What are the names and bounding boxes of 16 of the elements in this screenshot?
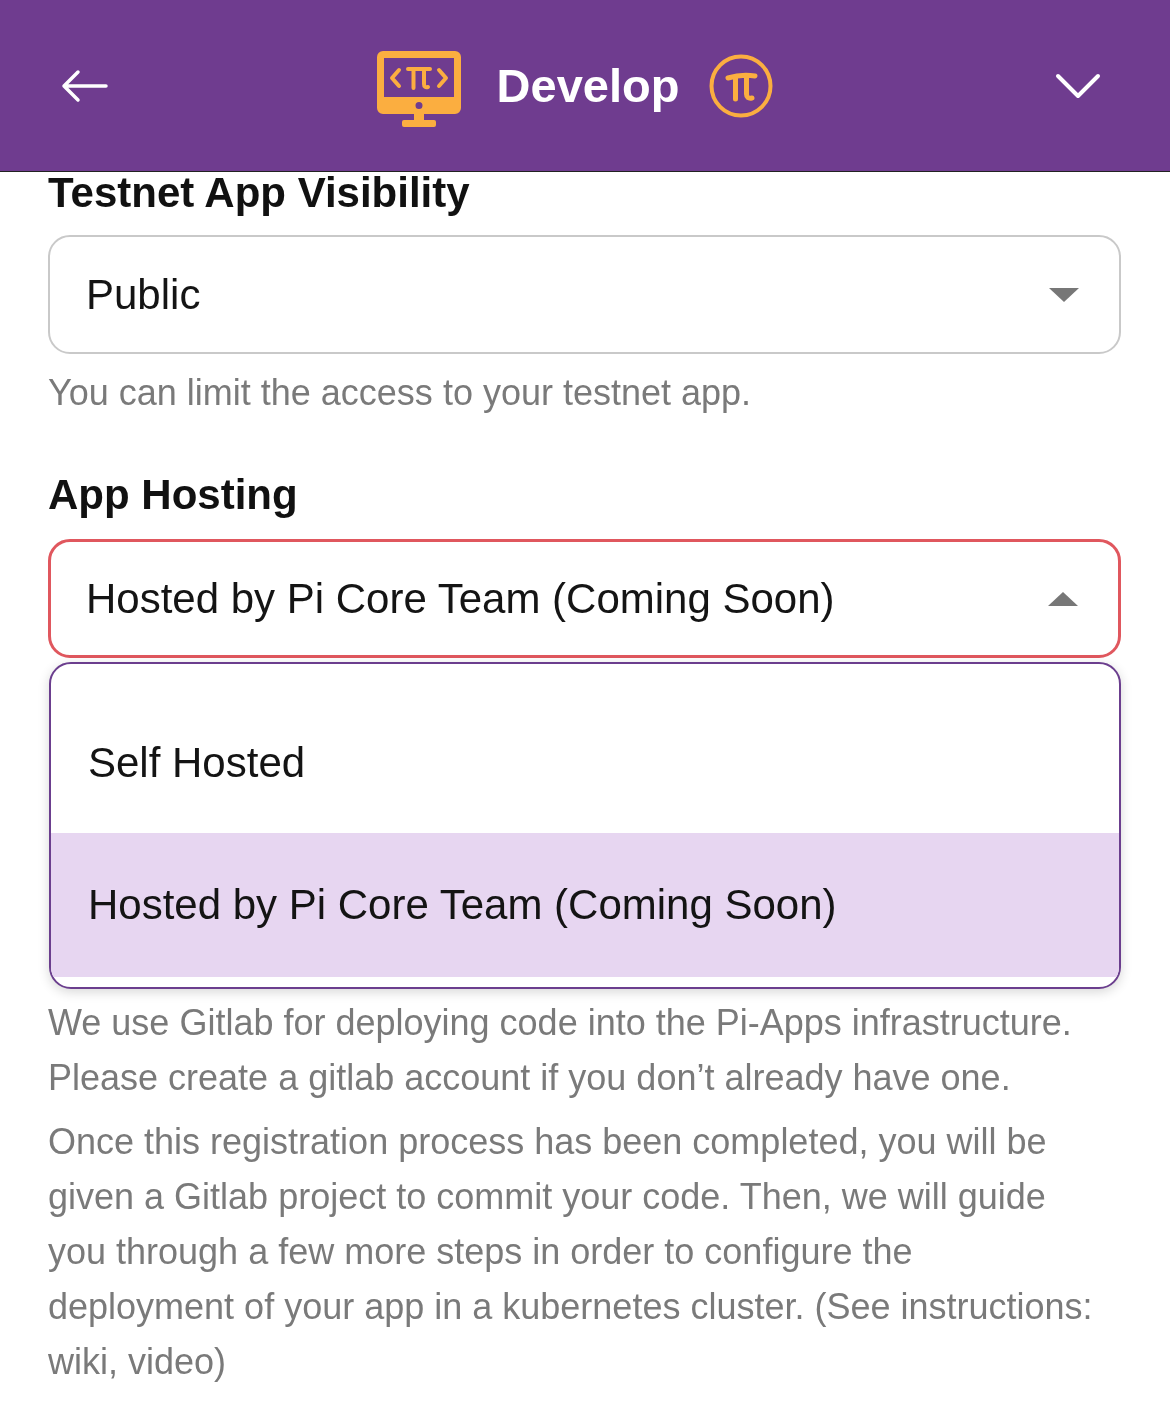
menu-option[interactable]: Self Hosted — [51, 692, 1119, 833]
back-arrow-icon[interactable] — [60, 68, 108, 103]
dropdown-field[interactable]: Public — [48, 235, 1121, 354]
monitor-code-icon — [376, 50, 461, 127]
header-title: Develop — [496, 58, 680, 113]
helper-text: You can limit the access to your testnet app. — [48, 372, 753, 414]
caret-down-icon — [1049, 287, 1079, 302]
pi-coin-icon — [709, 53, 774, 118]
field-label: Testnet App Visibility — [48, 172, 471, 214]
description-text: We use Gitlab for deploying code into the Pi-Apps infrastructure. Please create a gitlab account if you don’t already have one. — [48, 1001, 1073, 1100]
field-label: App Hosting — [48, 472, 299, 518]
menu-option[interactable]: Hosted by Pi Core Team (Coming Soon) — [51, 833, 1119, 977]
dropdown-field[interactable]: Hosted by Pi Core Team (Coming Soon) — [48, 539, 1121, 658]
caret-up-icon — [1048, 591, 1078, 606]
description-text: Once this registration process has been completed, you will be given a Gitlab project to commit your code. Then, we will guide you through a few more steps in order to configure the deployment of your app in a kubernetes cluster. (See instructions: wiki, video) — [48, 1120, 1094, 1384]
chevron-down-icon[interactable] — [1055, 72, 1101, 99]
